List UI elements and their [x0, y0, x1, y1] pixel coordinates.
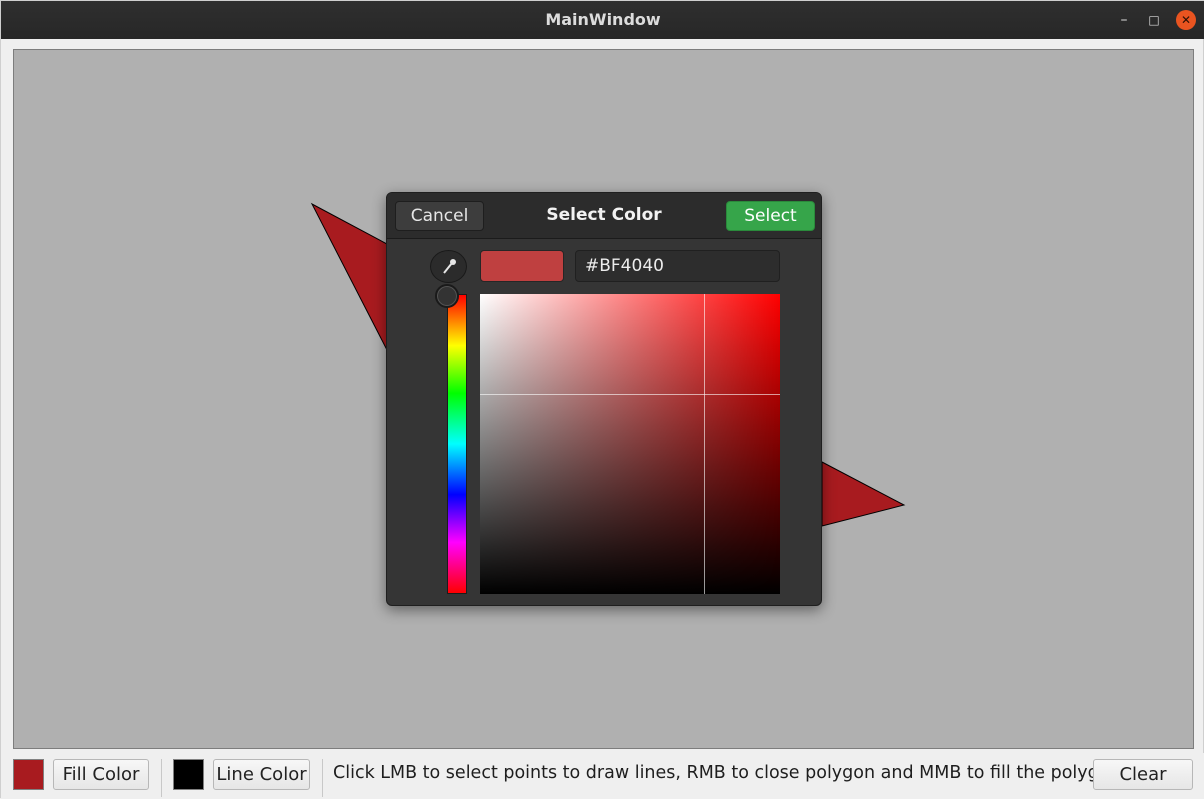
select-button[interactable]: Select: [726, 201, 815, 231]
line-color-swatch: [173, 759, 204, 790]
toolbar-separator: [322, 759, 323, 797]
line-color-button[interactable]: Line Color: [213, 759, 310, 790]
hue-slider[interactable]: [447, 294, 467, 594]
color-preview: [480, 250, 564, 282]
hue-slider-handle[interactable]: [435, 284, 459, 308]
status-label: Click LMB to select points to draw lines…: [333, 763, 1127, 783]
clear-button[interactable]: Clear: [1093, 759, 1193, 790]
maximize-icon[interactable]: □: [1144, 10, 1164, 30]
title-bar[interactable]: MainWindow – □ ✕: [1, 1, 1204, 39]
eyedropper-icon: [443, 259, 456, 274]
crosshair-horizontal: [480, 394, 780, 395]
dialog-header: Cancel Select Color Select: [387, 193, 821, 239]
main-window: MainWindow – □ ✕ Cancel Select Color Sel…: [0, 0, 1204, 799]
window-title: MainWindow: [545, 10, 661, 29]
fill-color-swatch: [13, 759, 44, 790]
crosshair-vertical: [704, 294, 705, 594]
filled-polygon: [310, 202, 388, 351]
toolbar-separator: [161, 759, 162, 797]
bottom-toolbar: Fill Color Line Color Click LMB to selec…: [1, 753, 1204, 799]
hex-input[interactable]: #BF4040: [575, 250, 780, 282]
saturation-value-picker[interactable]: [480, 294, 780, 594]
minimize-icon[interactable]: –: [1114, 10, 1134, 30]
color-picker-dialog: Cancel Select Color Select #BF4040: [386, 192, 822, 606]
fill-color-button[interactable]: Fill Color: [53, 759, 149, 790]
eyedropper-button[interactable]: [430, 250, 467, 283]
close-icon[interactable]: ✕: [1176, 10, 1196, 30]
filled-polygon: [821, 461, 906, 527]
